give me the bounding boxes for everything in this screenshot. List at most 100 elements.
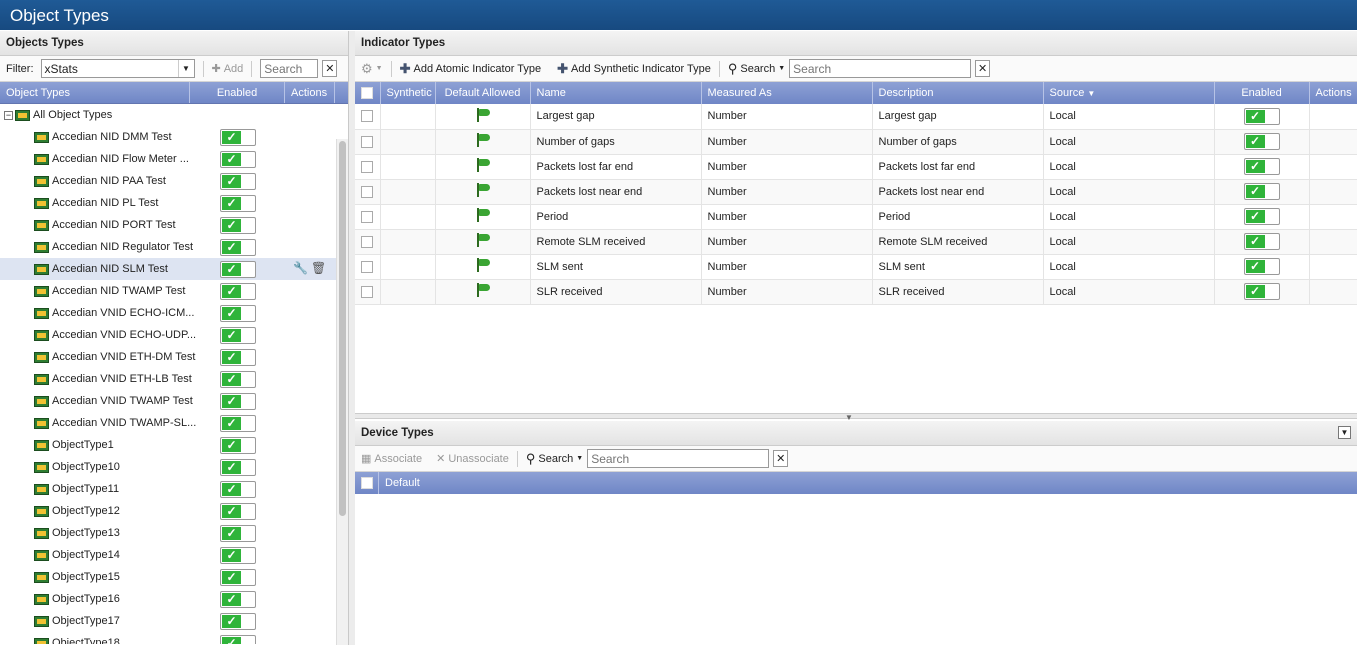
table-row[interactable]: Number of gaps Number Number of gaps Local ✓ bbox=[355, 129, 1357, 155]
enabled-toggle[interactable]: ✓ bbox=[1243, 158, 1280, 175]
tree-item[interactable]: ObjectType13 ✓ bbox=[0, 522, 348, 544]
tree-item[interactable]: Accedian NID PORT Test ✓ bbox=[0, 214, 348, 236]
tree-scrollbar[interactable] bbox=[336, 139, 348, 645]
table-row[interactable]: Packets lost far end Number Packets lost f… bbox=[355, 154, 1357, 180]
scrollbar-thumb[interactable] bbox=[339, 141, 346, 516]
enabled-toggle[interactable]: ✓ bbox=[220, 547, 256, 564]
table-row[interactable]: SLR received Number SLR received Local ✓ bbox=[355, 279, 1357, 305]
enabled-toggle[interactable]: ✓ bbox=[220, 481, 256, 498]
device-search-options-button[interactable]: ⚲ Search ▼ bbox=[526, 451, 583, 467]
column-header-default-allowed[interactable]: Default Allowed bbox=[435, 82, 531, 104]
row-checkbox-cell[interactable] bbox=[355, 204, 381, 230]
enabled-toggle[interactable]: ✓ bbox=[220, 261, 256, 278]
column-header-default[interactable]: Default bbox=[379, 477, 420, 489]
associate-button[interactable]: ▦ Associate bbox=[361, 452, 422, 466]
row-checkbox[interactable] bbox=[361, 160, 373, 173]
tree-item[interactable]: ObjectType10 ✓ bbox=[0, 456, 348, 478]
enabled-toggle[interactable]: ✓ bbox=[220, 217, 256, 234]
row-checkbox-cell[interactable] bbox=[355, 279, 381, 305]
enabled-toggle[interactable]: ✓ bbox=[1243, 258, 1280, 275]
column-header-description[interactable]: Description bbox=[872, 82, 1044, 104]
enabled-toggle[interactable]: ✓ bbox=[220, 327, 256, 344]
tree-item[interactable]: Accedian NID SLM Test ✓ 🔧 🗑 bbox=[0, 258, 348, 280]
tree-item[interactable]: ObjectType14 ✓ bbox=[0, 544, 348, 566]
row-checkbox-cell[interactable] bbox=[355, 154, 381, 180]
enabled-toggle[interactable]: ✓ bbox=[220, 173, 256, 190]
clear-search-icon[interactable]: ✕ bbox=[975, 60, 991, 77]
tree-item[interactable]: Accedian NID TWAMP Test ✓ bbox=[0, 280, 348, 302]
enabled-toggle[interactable]: ✓ bbox=[220, 525, 256, 542]
tree-item[interactable]: Accedian VNID ECHO-UDP... ✓ bbox=[0, 324, 348, 346]
enabled-toggle[interactable]: ✓ bbox=[220, 239, 256, 256]
enabled-toggle[interactable]: ✓ bbox=[220, 393, 256, 410]
indicator-search-input[interactable] bbox=[789, 59, 972, 78]
clear-search-icon[interactable]: ✕ bbox=[322, 60, 338, 77]
tree-root[interactable]: − All Object Types bbox=[0, 104, 348, 126]
column-header-enabled[interactable]: Enabled bbox=[190, 82, 285, 103]
add-synthetic-indicator-button[interactable]: ✚ Add Synthetic Indicator Type bbox=[557, 61, 711, 77]
enabled-toggle[interactable]: ✓ bbox=[1243, 107, 1280, 125]
select-all-checkbox[interactable] bbox=[355, 82, 381, 104]
horizontal-splitter[interactable]: ▼ bbox=[355, 413, 1357, 422]
tree-item[interactable]: ObjectType15 ✓ bbox=[0, 566, 348, 588]
add-atomic-indicator-button[interactable]: ✚ Add Atomic Indicator Type bbox=[400, 61, 542, 77]
clear-search-icon[interactable]: ✕ bbox=[773, 450, 789, 467]
table-row[interactable]: Remote SLM received Number Remote SLM rece… bbox=[355, 229, 1357, 255]
tree-item[interactable]: Accedian NID PAA Test ✓ bbox=[0, 170, 348, 192]
enabled-toggle[interactable]: ✓ bbox=[1243, 208, 1280, 225]
column-header-enabled[interactable]: Enabled bbox=[1214, 82, 1310, 104]
row-checkbox[interactable] bbox=[361, 235, 373, 248]
tree-item[interactable]: ObjectType18 ✓ bbox=[0, 632, 348, 644]
tree-item[interactable]: Accedian VNID TWAMP-SL... ✓ bbox=[0, 412, 348, 434]
enabled-toggle[interactable]: ✓ bbox=[220, 613, 256, 630]
enabled-toggle[interactable]: ✓ bbox=[220, 635, 256, 644]
filter-select[interactable]: xStats ▼ bbox=[40, 59, 195, 78]
tree-item[interactable]: Accedian VNID ECHO-ICM... ✓ bbox=[0, 302, 348, 324]
tree-item[interactable]: ObjectType12 ✓ bbox=[0, 500, 348, 522]
tree-item[interactable]: Accedian NID PL Test ✓ bbox=[0, 192, 348, 214]
object-types-search-input[interactable] bbox=[260, 59, 319, 78]
settings-menu-button[interactable]: ⚙ ▼ bbox=[361, 61, 383, 77]
enabled-toggle[interactable]: ✓ bbox=[220, 195, 256, 212]
enabled-toggle[interactable]: ✓ bbox=[220, 591, 256, 608]
tree-item[interactable]: Accedian VNID TWAMP Test ✓ bbox=[0, 390, 348, 412]
chevron-down-icon[interactable]: ▼ bbox=[177, 60, 194, 77]
enabled-toggle[interactable]: ✓ bbox=[220, 349, 256, 366]
device-select-all-checkbox[interactable] bbox=[355, 472, 379, 494]
tree-item[interactable]: Accedian NID Regulator Test ✓ bbox=[0, 236, 348, 258]
tree-item[interactable]: ObjectType1 ✓ bbox=[0, 434, 348, 456]
add-object-type-button[interactable]: ✚ Add bbox=[212, 62, 244, 76]
row-checkbox-cell[interactable] bbox=[355, 129, 381, 155]
tree-item[interactable]: ObjectType17 ✓ bbox=[0, 610, 348, 632]
column-header-synthetic[interactable]: Synthetic bbox=[380, 82, 436, 104]
enabled-toggle[interactable]: ✓ bbox=[1243, 233, 1280, 250]
row-checkbox-cell[interactable] bbox=[355, 104, 381, 130]
row-checkbox[interactable] bbox=[361, 260, 373, 273]
enabled-toggle[interactable]: ✓ bbox=[220, 283, 256, 300]
row-checkbox-cell[interactable] bbox=[355, 229, 381, 255]
table-row[interactable]: Period Number Period Local ✓ bbox=[355, 204, 1357, 230]
row-checkbox[interactable] bbox=[361, 285, 373, 298]
tree-item[interactable]: ObjectType11 ✓ bbox=[0, 478, 348, 500]
row-checkbox[interactable] bbox=[361, 210, 373, 223]
row-checkbox[interactable] bbox=[361, 185, 373, 198]
row-checkbox[interactable] bbox=[361, 135, 373, 148]
column-header-source[interactable]: Source ▼ bbox=[1043, 82, 1215, 104]
row-checkbox[interactable] bbox=[361, 110, 373, 123]
column-header-name[interactable]: Name bbox=[530, 82, 702, 104]
tree-item[interactable]: ObjectType16 ✓ bbox=[0, 588, 348, 610]
enabled-toggle[interactable]: ✓ bbox=[220, 151, 256, 168]
tree-item[interactable]: Accedian VNID ETH-DM Test ✓ bbox=[0, 346, 348, 368]
tree-item[interactable]: Accedian NID DMM Test ✓ bbox=[0, 126, 348, 148]
checkbox[interactable] bbox=[360, 477, 373, 489]
tree-item[interactable]: Accedian VNID ETH-LB Test ✓ bbox=[0, 368, 348, 390]
enabled-toggle[interactable]: ✓ bbox=[220, 459, 256, 476]
row-checkbox-cell[interactable] bbox=[355, 254, 381, 280]
enabled-toggle[interactable]: ✓ bbox=[220, 415, 256, 432]
device-search-input[interactable] bbox=[587, 449, 770, 468]
wrench-icon[interactable]: 🔧 bbox=[293, 261, 308, 275]
unassociate-button[interactable]: ✕ Unassociate bbox=[436, 452, 509, 466]
enabled-toggle[interactable]: ✓ bbox=[220, 569, 256, 586]
enabled-toggle[interactable]: ✓ bbox=[220, 305, 256, 322]
enabled-toggle[interactable]: ✓ bbox=[220, 129, 256, 146]
